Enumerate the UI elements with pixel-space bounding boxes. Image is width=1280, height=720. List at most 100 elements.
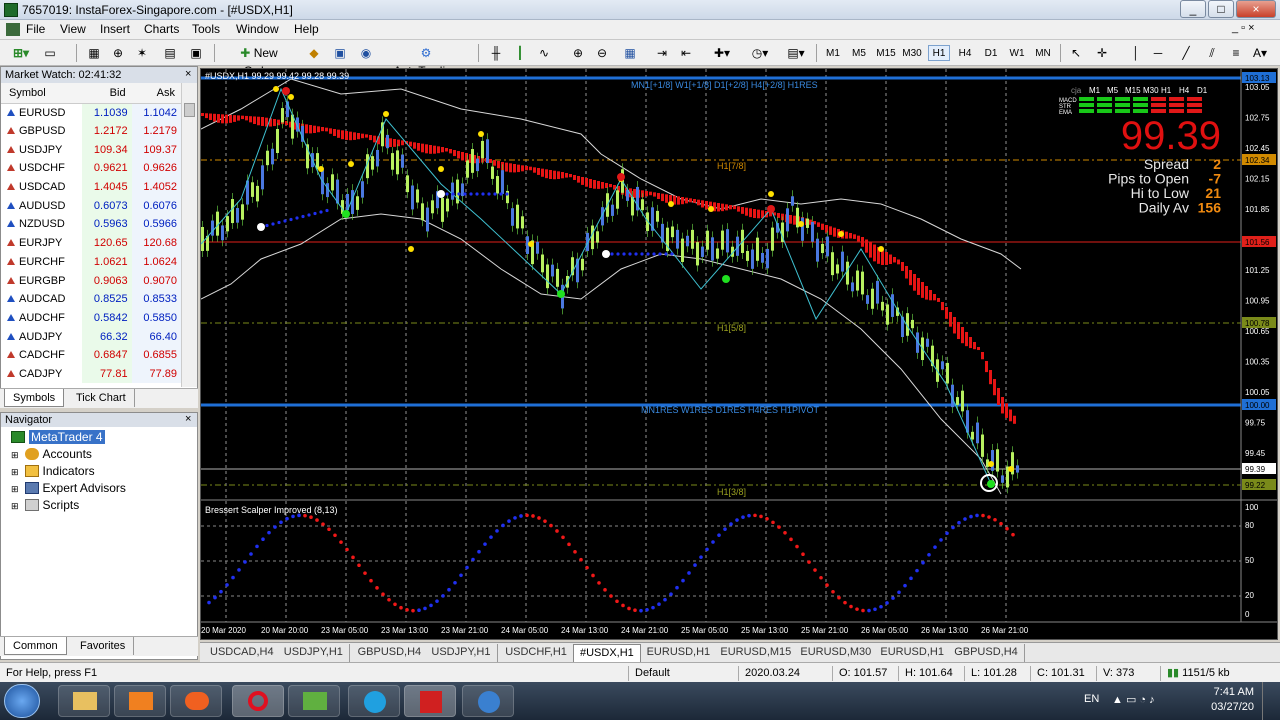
auto-scroll-icon[interactable]: ⇤ bbox=[676, 43, 696, 63]
tf-w1[interactable]: W1 bbox=[1006, 45, 1028, 61]
ask-cell[interactable]: 0.9626 bbox=[131, 159, 181, 178]
tf-m1[interactable]: M1 bbox=[822, 45, 844, 61]
tf-m30[interactable]: M30 bbox=[900, 45, 924, 61]
market-watch-close-icon[interactable]: × bbox=[185, 68, 191, 80]
chart-tab[interactable]: USDCHF,H1 bbox=[499, 644, 574, 662]
expand-icon[interactable]: ⊞ bbox=[11, 450, 19, 460]
start-button[interactable] bbox=[4, 684, 40, 718]
clock-time[interactable]: 7:41 AM bbox=[1210, 686, 1254, 698]
symbol-cell[interactable]: NZDUSD bbox=[1, 215, 82, 234]
menu-tools[interactable]: Tools bbox=[192, 22, 220, 36]
tf-m15[interactable]: M15 bbox=[874, 45, 898, 61]
tf-d1[interactable]: D1 bbox=[980, 45, 1002, 61]
tf-h4[interactable]: H4 bbox=[954, 45, 976, 61]
symbol-cell[interactable]: AUDJPY bbox=[1, 327, 82, 346]
bid-cell[interactable]: 0.5842 bbox=[82, 308, 132, 328]
chart-shift-icon[interactable]: ⇥ bbox=[652, 43, 672, 63]
navigator-icon[interactable]: ✶ bbox=[132, 43, 152, 63]
col-ask[interactable]: Ask bbox=[131, 83, 181, 104]
ask-cell[interactable]: 109.37 bbox=[131, 140, 181, 160]
bid-cell[interactable]: 1.4045 bbox=[82, 177, 132, 197]
tf-mn[interactable]: MN bbox=[1032, 45, 1054, 61]
maximize-button[interactable]: □ bbox=[1208, 0, 1234, 18]
chart-tab[interactable]: GBPUSD,H4 bbox=[351, 644, 429, 662]
menu-file[interactable]: File bbox=[26, 22, 45, 36]
nav-item-expert-advisors[interactable]: ⊞ Expert Advisors bbox=[11, 480, 126, 497]
table-row[interactable]: USDCHF 0.9621 0.9626 bbox=[1, 159, 181, 178]
tf-h1[interactable]: H1 bbox=[928, 45, 950, 61]
bid-cell[interactable]: 109.34 bbox=[82, 140, 132, 160]
vertical-line-icon[interactable]: │ bbox=[1126, 43, 1146, 63]
tab-common[interactable]: Common bbox=[4, 637, 67, 655]
taskbar-media-icon[interactable] bbox=[114, 685, 166, 717]
terminal-icon[interactable]: ▤ bbox=[160, 43, 180, 63]
symbol-cell[interactable]: AUDCAD bbox=[1, 290, 82, 309]
ask-cell[interactable]: 0.5850 bbox=[131, 308, 181, 328]
symbol-cell[interactable]: EURGBP bbox=[1, 271, 82, 290]
menu-view[interactable]: View bbox=[60, 22, 86, 36]
menu-charts[interactable]: Charts bbox=[144, 22, 179, 36]
new-order-button[interactable]: ✚ New Order bbox=[220, 43, 298, 78]
zoom-out-icon[interactable]: ⊖ bbox=[592, 43, 612, 63]
options-icon[interactable]: ▣ bbox=[330, 43, 350, 63]
ask-cell[interactable]: 1.2179 bbox=[131, 121, 181, 141]
clock-date[interactable]: 03/27/20 bbox=[1206, 701, 1254, 713]
new-chart-button[interactable]: ⊞▾ bbox=[6, 43, 36, 63]
bid-cell[interactable]: 77.81 bbox=[82, 364, 132, 384]
table-row[interactable]: USDCAD 1.4045 1.4052 bbox=[1, 177, 181, 197]
symbol-cell[interactable]: AUDUSD bbox=[1, 196, 82, 215]
menu-help[interactable]: Help bbox=[294, 22, 319, 36]
candlestick-icon[interactable]: ┃ bbox=[510, 43, 530, 63]
nav-item-scripts[interactable]: ⊞ Scripts bbox=[11, 497, 79, 514]
expand-icon[interactable]: ⊞ bbox=[11, 484, 19, 494]
symbol-cell[interactable]: USDJPY bbox=[1, 140, 82, 159]
tf-m5[interactable]: M5 bbox=[848, 45, 870, 61]
table-row[interactable]: AUDUSD 0.6073 0.6076 bbox=[1, 196, 181, 216]
symbol-cell[interactable]: AUDCHF bbox=[1, 309, 82, 328]
table-row[interactable]: CADJPY 77.81 77.89 bbox=[1, 364, 181, 384]
chart-tab[interactable]: USDJPY,H1 bbox=[277, 644, 350, 662]
bid-cell[interactable]: 0.9621 bbox=[82, 159, 132, 178]
signals-icon[interactable]: ◉ bbox=[356, 43, 376, 63]
bid-cell[interactable]: 0.6073 bbox=[82, 196, 132, 216]
bar-chart-icon[interactable]: ╫ bbox=[486, 43, 506, 63]
chart-tab[interactable]: #USDX,H1 bbox=[573, 644, 641, 662]
ask-cell[interactable]: 1.1042 bbox=[131, 103, 181, 122]
show-desktop-button[interactable] bbox=[1262, 682, 1280, 720]
horizontal-line-icon[interactable]: ─ bbox=[1148, 43, 1168, 63]
ask-cell[interactable]: 66.40 bbox=[131, 327, 181, 346]
periods-icon[interactable]: ◷▾ bbox=[746, 43, 774, 63]
table-row[interactable]: AUDJPY 66.32 66.40 bbox=[1, 327, 181, 346]
ask-cell[interactable]: 0.8533 bbox=[131, 289, 181, 309]
metaeditor-icon[interactable]: ◆ bbox=[304, 43, 324, 63]
table-row[interactable]: EURGBP 0.9063 0.9070 bbox=[1, 271, 181, 290]
taskbar-mt4-icon[interactable] bbox=[404, 685, 456, 717]
symbol-cell[interactable]: GBPUSD bbox=[1, 122, 82, 141]
col-bid[interactable]: Bid bbox=[82, 83, 132, 104]
ask-cell[interactable]: 120.68 bbox=[131, 233, 181, 253]
language-indicator[interactable]: EN bbox=[1084, 693, 1099, 705]
bid-cell[interactable]: 0.9063 bbox=[82, 271, 132, 290]
chart-doc-icon[interactable] bbox=[6, 23, 20, 36]
nav-item-accounts[interactable]: ⊞ Accounts bbox=[11, 446, 92, 463]
bid-cell[interactable]: 1.0621 bbox=[82, 252, 132, 272]
bid-cell[interactable]: 120.65 bbox=[82, 233, 132, 253]
navigator-close-icon[interactable]: × bbox=[185, 413, 191, 425]
ask-cell[interactable]: 1.0624 bbox=[131, 252, 181, 272]
data-window-icon[interactable]: ⊕ bbox=[108, 43, 128, 63]
ask-cell[interactable]: 77.89 bbox=[131, 364, 181, 384]
bid-cell[interactable]: 1.2172 bbox=[82, 121, 132, 141]
fibonacci-icon[interactable]: ≡ bbox=[1226, 43, 1246, 63]
autotrading-button[interactable]: ⚙ AutoTrading bbox=[382, 43, 470, 78]
taskbar-uc-browser-icon[interactable] bbox=[170, 685, 222, 717]
symbol-cell[interactable]: EURJPY bbox=[1, 234, 82, 253]
table-row[interactable]: AUDCHF 0.5842 0.5850 bbox=[1, 308, 181, 328]
symbol-cell[interactable]: USDCHF bbox=[1, 159, 82, 178]
expand-icon[interactable]: ⊞ bbox=[11, 501, 19, 511]
zoom-in-icon[interactable]: ⊕ bbox=[568, 43, 588, 63]
chart-tab[interactable]: EURUSD,H1 bbox=[874, 644, 951, 662]
taskbar-opera-icon[interactable] bbox=[232, 685, 284, 717]
channel-icon[interactable]: ⫽ bbox=[1202, 43, 1222, 63]
bid-cell[interactable]: 0.8525 bbox=[82, 289, 132, 309]
chart-tab[interactable]: USDJPY,H1 bbox=[425, 644, 498, 662]
